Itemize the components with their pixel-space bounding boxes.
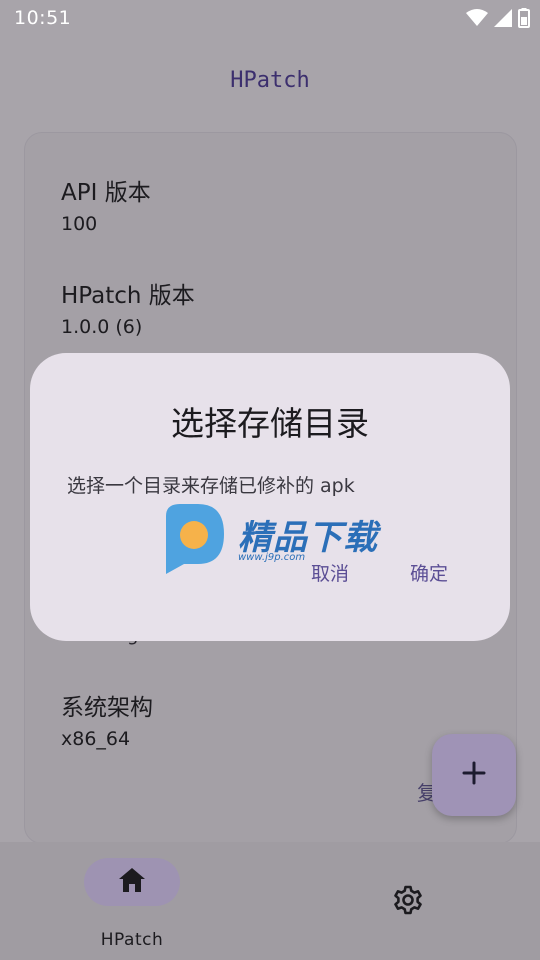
watermark: 精品下载 www.j9p.com (158, 502, 398, 582)
nav-item-label: HPatch (100, 930, 164, 950)
app-title: HPatch (230, 68, 310, 93)
info-label: HPatch 版本 (61, 283, 195, 309)
confirm-button[interactable]: 确定 (410, 559, 448, 586)
nav-active-indicator (84, 858, 180, 906)
info-label: API 版本 (61, 180, 151, 206)
status-time: 10:51 (14, 7, 72, 29)
plus-icon (462, 761, 486, 789)
watermark-url: www.j9p.com (238, 552, 306, 563)
battery-icon (518, 8, 530, 28)
status-icons (466, 8, 530, 28)
info-label: 系统架构 (61, 695, 153, 721)
gear-icon (392, 884, 424, 920)
info-value: 100 (61, 213, 98, 235)
watermark-logo-icon (158, 502, 228, 582)
info-value: x86_64 (61, 728, 131, 750)
nav-item-hpatch[interactable]: HPatch (84, 858, 180, 950)
home-icon (118, 867, 146, 897)
select-directory-dialog: 选择存储目录 选择一个目录来存储已修补的 apk 取消 确定 (30, 353, 510, 641)
bottom-nav: HPatch (0, 842, 540, 960)
status-bar: 10:51 (0, 0, 540, 36)
signal-icon (494, 9, 512, 27)
info-value: 1.0.0 (6) (61, 316, 143, 338)
info-item-hpatch-version: HPatch 版本 1.0.0 (6) (61, 276, 195, 338)
info-item-system-arch: 系统架构 x86_64 (61, 688, 153, 750)
nav-item-settings[interactable] (388, 882, 428, 922)
info-item-api-version: API 版本 100 (61, 173, 151, 235)
dialog-title: 选择存储目录 (171, 404, 369, 443)
add-fab-button[interactable] (432, 734, 516, 816)
dialog-message: 选择一个目录来存储已修补的 apk (67, 475, 355, 497)
wifi-icon (466, 9, 488, 27)
